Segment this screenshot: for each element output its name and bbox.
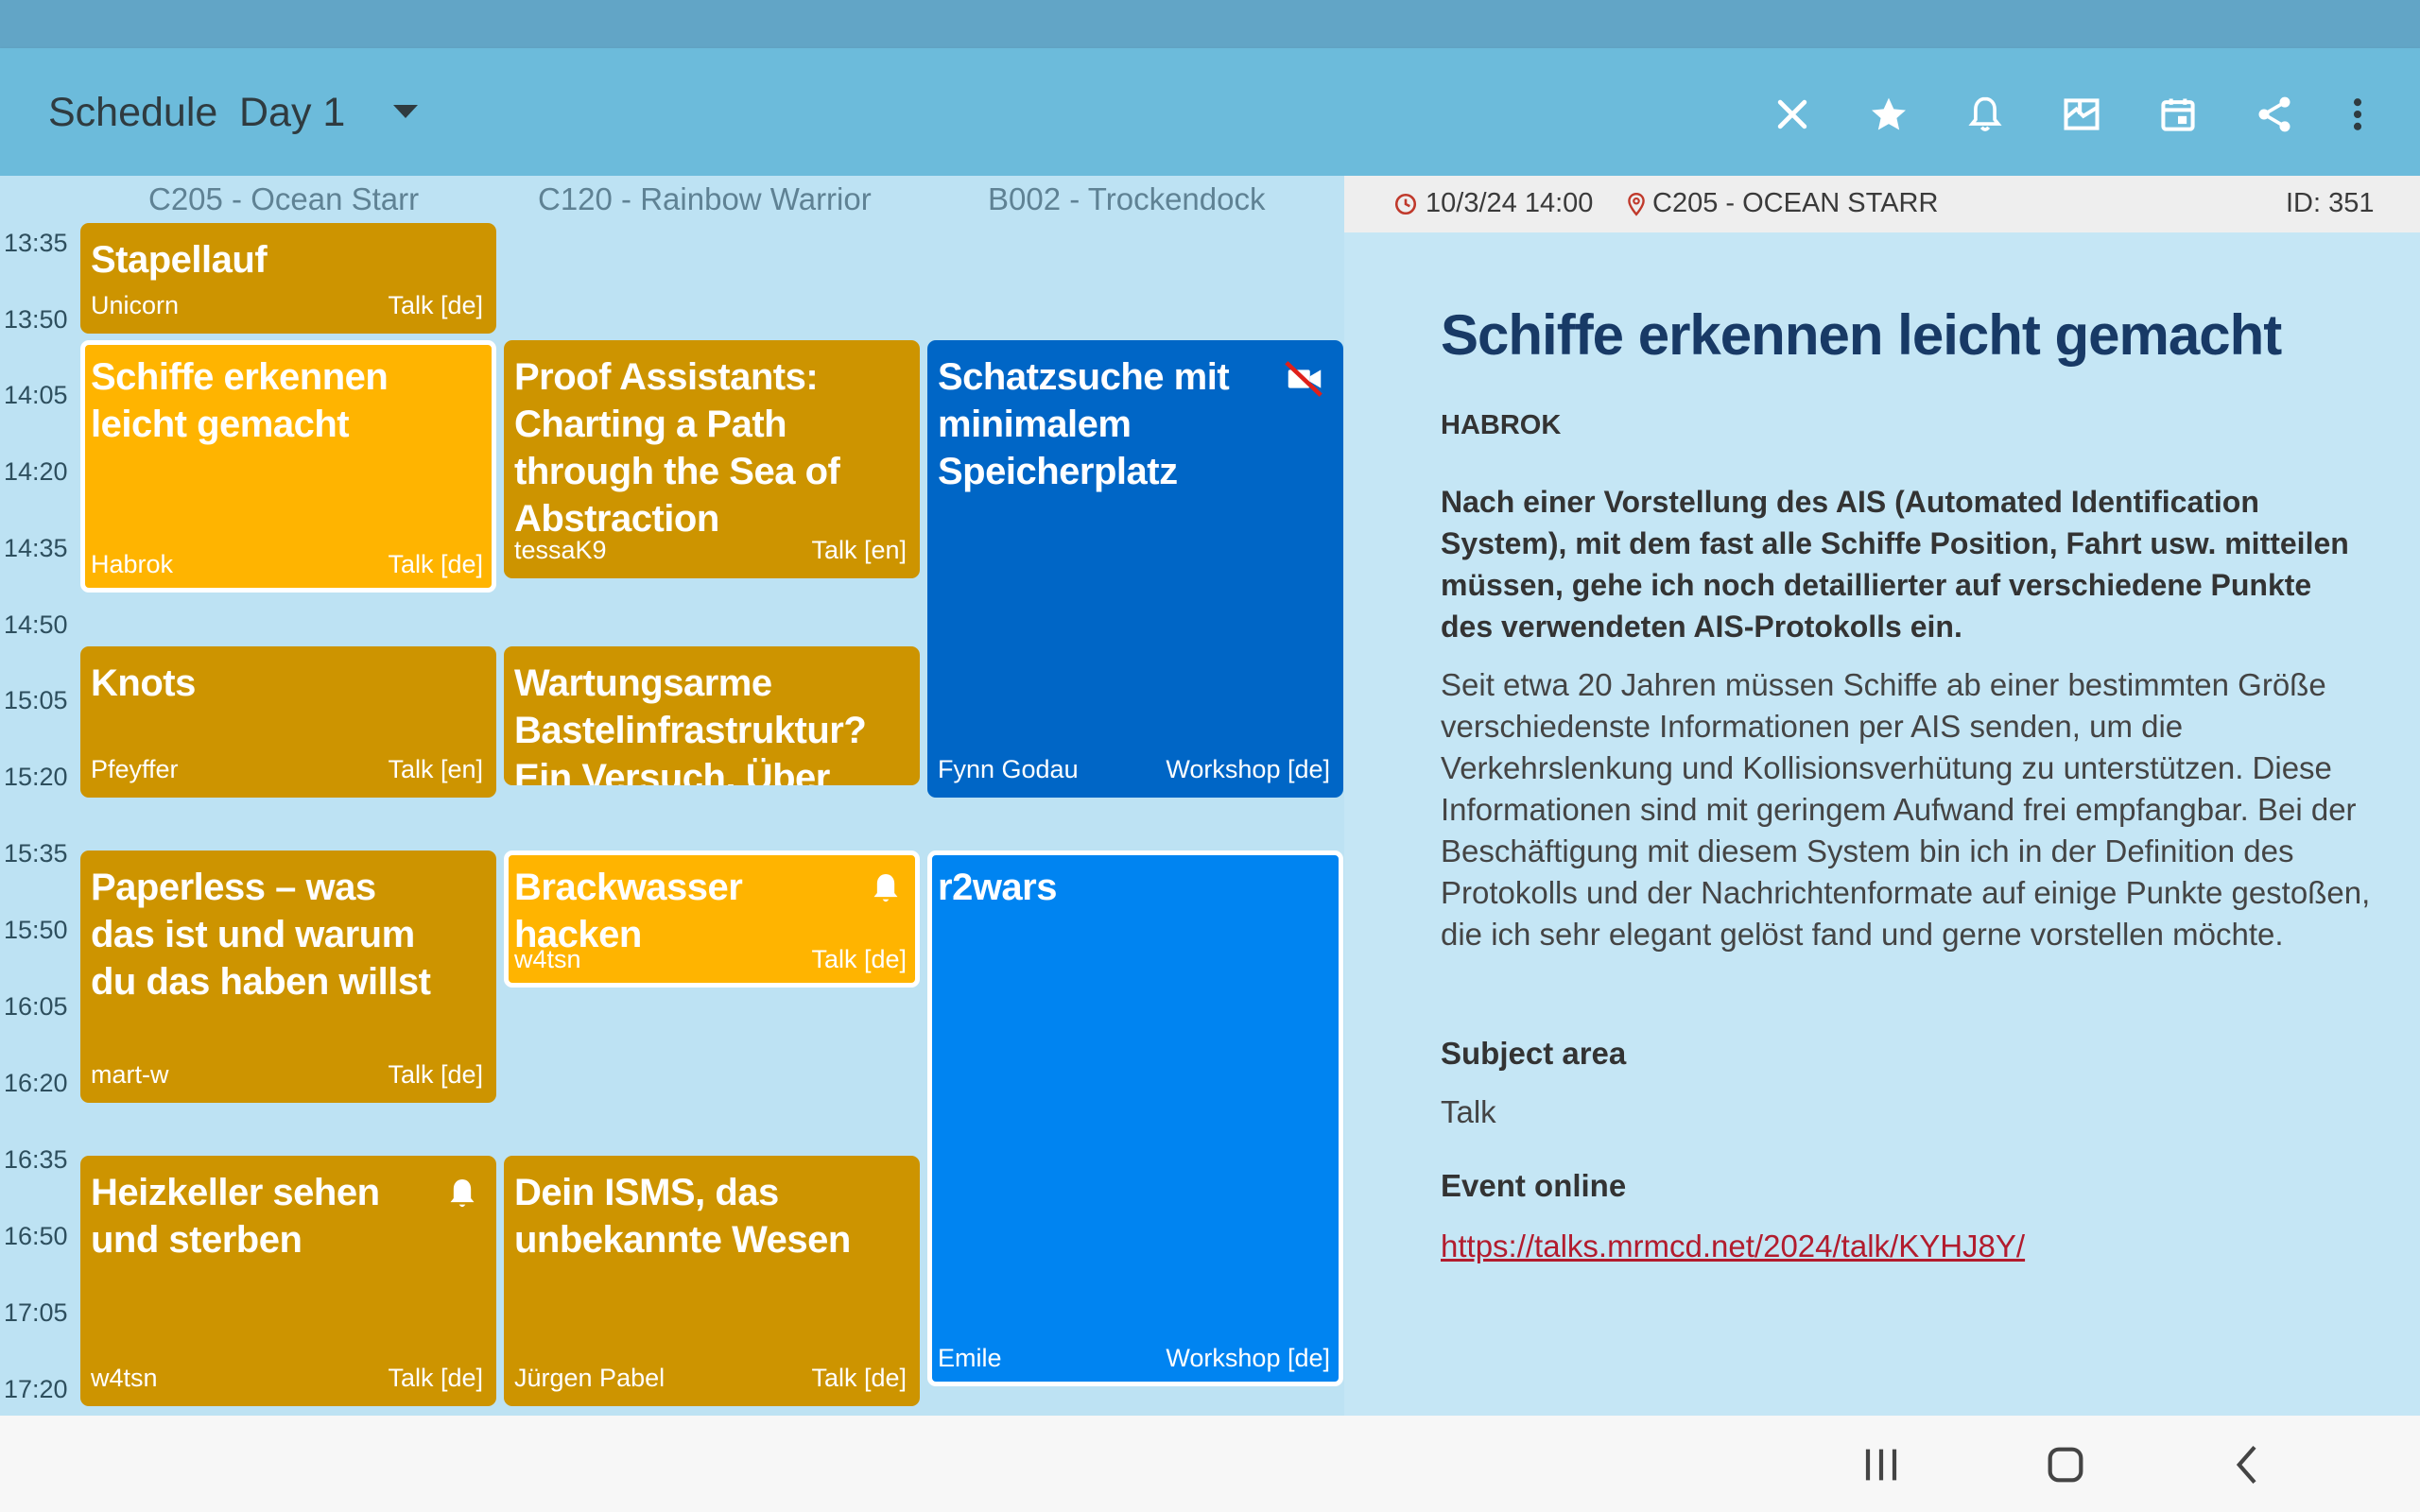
- calendar-icon[interactable]: [2152, 88, 2204, 141]
- session-title: Brackwasser hacken: [514, 867, 743, 955]
- time-label: 13:50: [4, 305, 68, 334]
- session-type: Talk [de]: [388, 1060, 483, 1089]
- time-label: 14:20: [4, 457, 68, 486]
- session-card-heizkeller[interactable]: Heizkeller sehen und sterben w4tsn Talk …: [80, 1156, 496, 1406]
- back-icon[interactable]: [2221, 1438, 2274, 1491]
- time-label: 16:05: [4, 992, 68, 1021]
- session-speaker: mart-w: [91, 1060, 169, 1089]
- session-speaker: Habrok: [91, 550, 174, 578]
- session-title: Proof Assistants: Charting a Path throug…: [514, 356, 840, 540]
- session-card-wartungsarme[interactable]: Wartungsarme Bastelinfrastruktur? Ein Ve…: [504, 646, 920, 785]
- session-type: Talk [de]: [388, 291, 483, 319]
- session-title: Dein ISMS, das unbekannte Wesen: [514, 1172, 851, 1261]
- subject-area-value: Talk: [1441, 1094, 1496, 1129]
- detail-speaker: HABROK: [1441, 410, 1562, 440]
- time-label: 17:05: [4, 1298, 68, 1327]
- session-card-brackwasser[interactable]: Brackwasser hacken w4tsn Talk [de]: [504, 850, 920, 988]
- session-title: Paperless – was das ist und warum du das…: [91, 867, 431, 1003]
- session-type: Talk [de]: [811, 945, 907, 973]
- session-type: Talk [de]: [388, 1364, 483, 1392]
- session-card-knots[interactable]: Knots Pfeyffer Talk [en]: [80, 646, 496, 798]
- status-bar: [0, 0, 2420, 48]
- location-pin-icon: [1628, 192, 1645, 216]
- session-id: ID: 351: [2286, 188, 2375, 218]
- detail-description: Seit etwa 20 Jahren müssen Schiffe ab ei…: [1441, 667, 2371, 952]
- more-vert-icon[interactable]: [2331, 88, 2384, 141]
- toolbar-title: Schedule: [48, 90, 218, 135]
- session-speaker: Fynn Godau: [938, 755, 1079, 783]
- time-label: 16:50: [4, 1222, 68, 1250]
- session-card-proof-assistants[interactable]: Proof Assistants: Charting a Path throug…: [504, 340, 920, 578]
- event-online-heading: Event online: [1441, 1168, 1627, 1203]
- session-speaker: Emile: [938, 1344, 1002, 1372]
- detail-abstract: Nach einer Vorstellung des AIS (Automate…: [1441, 485, 2349, 644]
- session-title: Schatzsuche mit minimalem Speicherplatz: [938, 356, 1230, 492]
- session-speaker: w4tsn: [514, 945, 581, 973]
- session-type: Workshop [de]: [1166, 755, 1330, 783]
- room-header: C120 - Rainbow Warrior: [538, 181, 872, 216]
- share-icon[interactable]: [2248, 88, 2301, 141]
- time-label: 17:20: [4, 1375, 68, 1403]
- time-label: 15:35: [4, 839, 68, 868]
- session-type: Talk [en]: [811, 536, 907, 564]
- video-off-icon: [1285, 361, 1322, 397]
- recent-apps-icon[interactable]: [1855, 1438, 1908, 1491]
- session-title: Knots: [91, 662, 196, 704]
- session-speaker: Pfeyffer: [91, 755, 179, 783]
- session-card-schiffe-erkennen[interactable]: Schiffe erkennen leicht gemacht Habrok T…: [80, 340, 496, 593]
- time-label: 16:35: [4, 1145, 68, 1174]
- session-title: Heizkeller sehen und sterben: [91, 1172, 380, 1261]
- time-label: 14:05: [4, 381, 68, 409]
- time-label: 14:50: [4, 610, 68, 639]
- session-type: Talk [de]: [811, 1364, 907, 1392]
- session-title: Schiffe erkennen leicht gemacht: [91, 356, 389, 445]
- event-online-link[interactable]: https://talks.mrmcd.net/2024/talk/KYHJ8Y…: [1441, 1228, 2025, 1264]
- session-room: C205 - OCEAN STARR: [1652, 188, 1939, 218]
- session-card-paperless[interactable]: Paperless – was das ist und warum du das…: [80, 850, 496, 1103]
- session-speaker: Unicorn: [91, 291, 180, 319]
- star-icon[interactable]: [1862, 88, 1915, 141]
- session-title: Wartungsarme Bastelinfrastruktur? Ein Ve…: [514, 662, 867, 785]
- schedule-grid[interactable]: C205 - Ocean Starr C120 - Rainbow Warrio…: [0, 176, 1344, 1416]
- session-speaker: tessaK9: [514, 536, 607, 564]
- session-card-isms[interactable]: Dein ISMS, das unbekannte Wesen Jürgen P…: [504, 1156, 920, 1406]
- session-type: Workshop [de]: [1166, 1344, 1330, 1372]
- room-header: C205 - Ocean Starr: [148, 181, 420, 216]
- session-card-stapellauf[interactable]: Stapellauf Unicorn Talk [de]: [80, 223, 496, 334]
- session-speaker: Jürgen Pabel: [514, 1364, 666, 1392]
- close-icon[interactable]: [1766, 88, 1819, 141]
- session-datetime: 10/3/24 14:00: [1426, 188, 1594, 218]
- session-type: Talk [de]: [388, 550, 483, 578]
- time-label: 15:05: [4, 686, 68, 714]
- chevron-down-icon[interactable]: [393, 103, 418, 122]
- detail-title: Schiffe erkennen leicht gemacht: [1441, 303, 2282, 367]
- bell-icon[interactable]: [867, 869, 905, 907]
- time-label: 13:35: [4, 229, 68, 257]
- session-card-r2wars[interactable]: r2wars Emile Workshop [de]: [927, 850, 1343, 1386]
- session-info-bar: 10/3/24 14:00 C205 - OCEAN STARR ID: 351: [1344, 176, 2420, 232]
- day-selector[interactable]: Day 1: [239, 90, 345, 136]
- room-header: B002 - Trockendock: [988, 181, 1266, 216]
- subject-area-heading: Subject area: [1441, 1036, 1627, 1071]
- map-icon[interactable]: [2055, 88, 2108, 141]
- time-label: 15:50: [4, 916, 68, 944]
- time-label: 15:20: [4, 763, 68, 791]
- session-title: r2wars: [938, 867, 1057, 908]
- home-icon[interactable]: [2039, 1438, 2092, 1491]
- navigation-bar: [0, 1416, 2420, 1512]
- time-label: 14:35: [4, 534, 68, 562]
- session-speaker: w4tsn: [91, 1364, 158, 1392]
- session-card-schatzsuche[interactable]: Schatzsuche mit minimalem Speicherplatz …: [927, 340, 1343, 798]
- bell-icon[interactable]: [1959, 88, 2012, 141]
- session-type: Talk [en]: [388, 755, 483, 783]
- clock-icon: [1394, 193, 1417, 215]
- bell-icon[interactable]: [443, 1175, 481, 1212]
- session-detail-panel: Schiffe erkennen leicht gemacht HABROK N…: [1344, 232, 2420, 1416]
- time-label: 16:20: [4, 1069, 68, 1097]
- app-toolbar: Schedule Day 1: [0, 48, 2420, 176]
- session-title: Stapellauf: [91, 239, 268, 281]
